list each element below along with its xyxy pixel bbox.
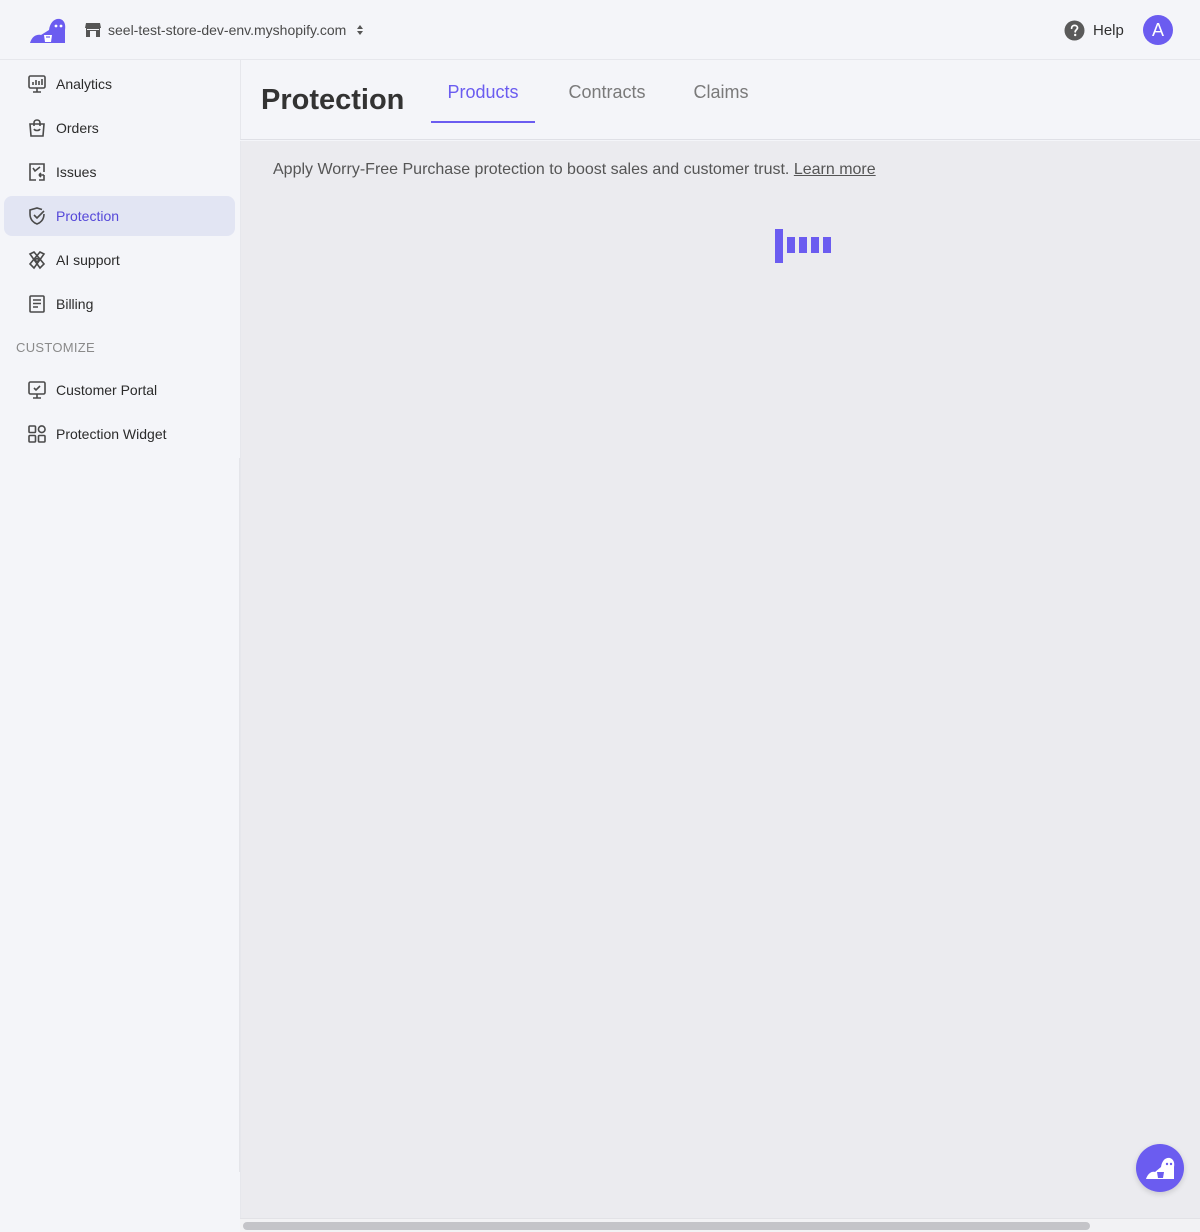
sidebar-item-analytics[interactable]: Analytics	[4, 64, 235, 104]
section-title-customize: CUSTOMIZE	[16, 340, 96, 355]
tab-claims[interactable]: Claims	[677, 60, 765, 124]
page-title: Protection	[261, 84, 405, 116]
ai-support-icon	[28, 251, 46, 270]
sidebar-item-label: Orders	[56, 120, 99, 136]
loader-bar	[799, 237, 807, 253]
loader-bar	[811, 237, 819, 253]
main-content: Apply Worry-Free Purchase protection to …	[240, 141, 1200, 1218]
store-selector[interactable]: seel-test-store-dev-env.myshopify.com	[84, 18, 365, 42]
sidebar-item-label: Protection Widget	[56, 426, 167, 442]
sidebar-item-label: Billing	[56, 296, 94, 312]
chat-launcher-button[interactable]	[1136, 1144, 1184, 1192]
learn-more-link[interactable]: Learn more	[794, 161, 876, 178]
sidebar-item-issues[interactable]: Issues	[4, 152, 235, 192]
tab-products[interactable]: Products	[431, 60, 535, 124]
sidebar-item-protection-widget[interactable]: Protection Widget	[4, 414, 235, 454]
grid-icon	[28, 425, 46, 443]
help-button[interactable]: Help	[1064, 19, 1124, 41]
tab-contracts[interactable]: Contracts	[551, 60, 663, 124]
intro-description: Apply Worry-Free Purchase protection to …	[273, 161, 790, 178]
sidebar-item-label: Analytics	[56, 76, 113, 92]
top-bar: seel-test-store-dev-env.myshopify.com He…	[0, 0, 1200, 60]
loading-bars-icon	[775, 229, 835, 263]
sidebar-item-customer-portal[interactable]: Customer Portal	[4, 370, 235, 410]
loader-bar	[775, 229, 783, 263]
sidebar-item-label: Protection	[56, 208, 120, 224]
horizontal-scrollbar[interactable]	[240, 1218, 1200, 1232]
question-circle-icon	[1064, 20, 1085, 40]
active-tab-indicator	[431, 121, 535, 123]
sidebar-item-label: AI support	[56, 252, 120, 268]
sidebar-item-billing[interactable]: Billing	[4, 284, 235, 324]
shield-check-icon	[29, 207, 45, 225]
monitor-icon	[28, 381, 46, 399]
analytics-icon	[28, 75, 46, 93]
sidebar-item-protection[interactable]: Protection	[4, 196, 235, 236]
sidebar-item-orders[interactable]: Orders	[4, 108, 235, 148]
page-header: Protection Products Contracts Claims	[240, 60, 1200, 140]
help-label: Help	[1093, 21, 1124, 39]
store-icon	[85, 23, 101, 37]
scrollbar-thumb[interactable]	[243, 1222, 1090, 1230]
seel-mascot-logo-icon[interactable]	[28, 16, 66, 46]
loader-bar	[823, 237, 831, 253]
loader-bar	[787, 237, 795, 253]
sidebar: Analytics Orders Issues Protection AI su…	[0, 60, 240, 1232]
intro-text: Apply Worry-Free Purchase protection to …	[273, 161, 876, 179]
chevron-up-down-icon	[357, 25, 364, 35]
sidebar-item-label: Customer Portal	[56, 382, 158, 398]
shopping-bag-icon	[29, 119, 45, 137]
sidebar-item-ai-support[interactable]: AI support	[4, 240, 235, 280]
issue-report-icon	[29, 163, 45, 181]
avatar[interactable]: A	[1143, 15, 1173, 45]
document-icon	[29, 295, 45, 313]
sidebar-item-label: Issues	[56, 164, 97, 180]
store-name: seel-test-store-dev-env.myshopify.com	[108, 22, 347, 38]
seel-mascot-chat-icon	[1146, 1157, 1175, 1179]
